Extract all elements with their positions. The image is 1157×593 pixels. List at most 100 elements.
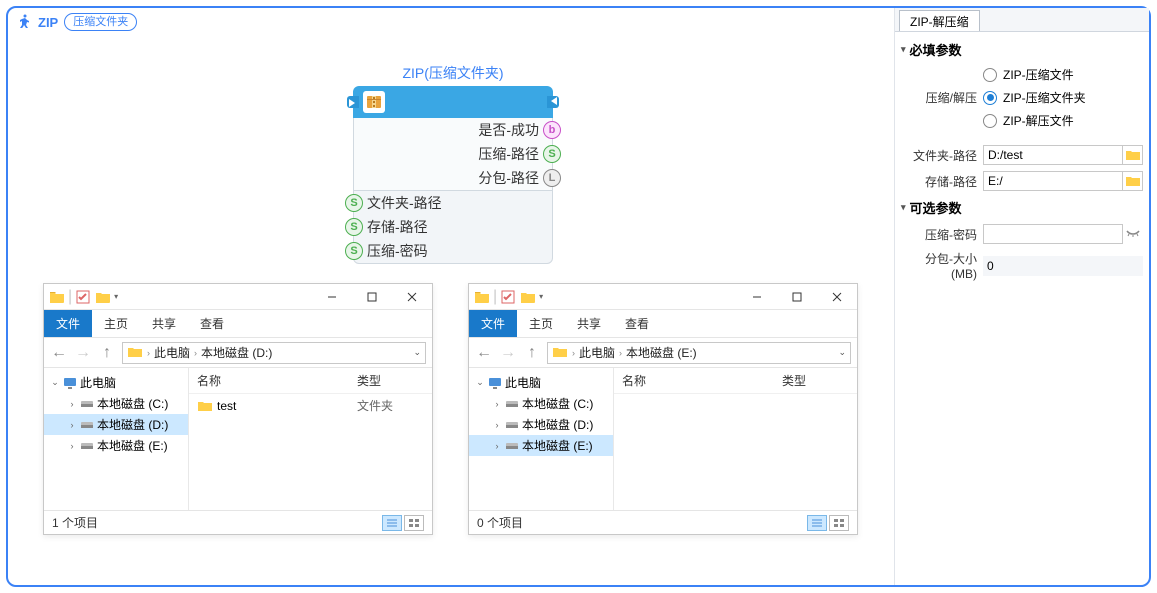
- close-button[interactable]: [392, 284, 432, 310]
- tab-zip-extract[interactable]: ZIP-解压缩: [899, 10, 980, 31]
- caret-down-icon: ▾: [901, 44, 906, 55]
- zip-node[interactable]: ZIP(压缩文件夹) 是否-成功 b 压缩-路径 S 分包-路径: [353, 63, 553, 264]
- address-bar[interactable]: › 此电脑 › 本地磁盘 (D:) ⌄: [122, 342, 426, 364]
- list-item[interactable]: test 文件夹: [189, 394, 432, 417]
- exec-in-port[interactable]: [347, 96, 359, 108]
- icons-view-icon[interactable]: [404, 515, 424, 531]
- tree-item-drive[interactable]: ›本地磁盘 (E:): [469, 435, 613, 456]
- column-type[interactable]: 类型: [782, 372, 806, 389]
- chevron-down-icon[interactable]: ⌄: [50, 377, 60, 388]
- tree-item-drive[interactable]: ›本地磁盘 (D:): [469, 414, 613, 435]
- tree-item-drive[interactable]: ›本地磁盘 (D:): [44, 414, 188, 435]
- password-input[interactable]: [983, 224, 1123, 244]
- folder-icon[interactable]: [94, 288, 112, 306]
- bool-pin-icon[interactable]: b: [543, 121, 561, 139]
- list-pin-icon[interactable]: L: [543, 169, 561, 187]
- chevron-down-icon[interactable]: ⌄: [475, 377, 485, 388]
- tree-item-drive[interactable]: ›本地磁盘 (E:): [44, 435, 188, 456]
- folder-icon[interactable]: [519, 288, 537, 306]
- breadcrumb[interactable]: 此电脑: [154, 344, 190, 361]
- minimize-button[interactable]: [312, 284, 352, 310]
- forward-button[interactable]: →: [499, 344, 517, 362]
- chevron-down-icon[interactable]: ⌄: [413, 347, 421, 358]
- tree-item-drive[interactable]: ›本地磁盘 (C:): [469, 393, 613, 414]
- browse-folder-icon[interactable]: [1123, 145, 1143, 165]
- chevron-right-icon[interactable]: ›: [492, 420, 502, 430]
- tab-file[interactable]: 文件: [44, 310, 92, 337]
- radio-button[interactable]: [983, 91, 997, 105]
- forward-button[interactable]: →: [74, 344, 92, 362]
- tab-view[interactable]: 查看: [188, 310, 236, 337]
- split-input[interactable]: 0: [983, 256, 1143, 276]
- required-header[interactable]: ▾必填参数: [901, 36, 1143, 63]
- back-button[interactable]: ←: [475, 344, 493, 362]
- mode-row: ZIP-压缩文件: [901, 63, 1143, 86]
- chevron-right-icon[interactable]: ›: [492, 399, 502, 409]
- mode-row: 压缩/解压 ZIP-压缩文件夹: [901, 86, 1143, 109]
- save-path-input[interactable]: E:/: [983, 171, 1123, 191]
- eye-hidden-icon[interactable]: [1123, 224, 1143, 244]
- minimize-button[interactable]: [737, 284, 777, 310]
- address-bar[interactable]: › 此电脑 › 本地磁盘 (E:) ⌄: [547, 342, 851, 364]
- node-header[interactable]: [353, 86, 553, 118]
- chevron-right-icon[interactable]: ›: [619, 348, 622, 358]
- radio-button[interactable]: [983, 114, 997, 128]
- tree-item-pc[interactable]: ⌄ 此电脑: [44, 372, 188, 393]
- optional-header[interactable]: ▾可选参数: [901, 194, 1143, 221]
- tab-file[interactable]: 文件: [469, 310, 517, 337]
- exec-out-port[interactable]: [547, 96, 559, 108]
- properties-icon[interactable]: [499, 288, 517, 306]
- run-icon: [16, 14, 32, 30]
- details-view-icon[interactable]: [382, 515, 402, 531]
- up-button[interactable]: ↑: [98, 344, 116, 362]
- maximize-button[interactable]: [777, 284, 817, 310]
- chevron-right-icon[interactable]: ›: [572, 348, 575, 358]
- chevron-right-icon[interactable]: ›: [194, 348, 197, 358]
- column-headers[interactable]: 名称 类型: [189, 368, 432, 394]
- tab-home[interactable]: 主页: [517, 310, 565, 337]
- string-pin-icon[interactable]: S: [345, 194, 363, 212]
- tab-share[interactable]: 共享: [565, 310, 613, 337]
- column-name[interactable]: 名称: [622, 372, 782, 389]
- back-button[interactable]: ←: [50, 344, 68, 362]
- properties-icon[interactable]: [74, 288, 92, 306]
- column-headers[interactable]: 名称 类型: [614, 368, 857, 394]
- tab-view[interactable]: 查看: [613, 310, 661, 337]
- chevron-down-icon[interactable]: ⌄: [838, 347, 846, 358]
- node-inputs: S 文件夹-路径 S 存储-路径 S 压缩-密码: [353, 190, 553, 264]
- input-folder: S 文件夹-路径: [354, 191, 552, 215]
- chevron-right-icon[interactable]: ›: [492, 441, 502, 451]
- item-type: 文件夹: [357, 397, 393, 414]
- titlebar[interactable]: | ▾: [44, 284, 432, 310]
- tab-share[interactable]: 共享: [140, 310, 188, 337]
- tree-item-drive[interactable]: ›本地磁盘 (C:): [44, 393, 188, 414]
- breadcrumb[interactable]: 此电脑: [579, 344, 615, 361]
- string-pin-icon[interactable]: S: [345, 242, 363, 260]
- breadcrumb[interactable]: 本地磁盘 (E:): [626, 344, 697, 361]
- column-name[interactable]: 名称: [197, 372, 357, 389]
- string-pin-icon[interactable]: S: [345, 218, 363, 236]
- string-pin-icon[interactable]: S: [543, 145, 561, 163]
- qat-dropdown-icon[interactable]: ▾: [114, 292, 118, 301]
- breadcrumb[interactable]: 本地磁盘 (D:): [201, 344, 272, 361]
- column-type[interactable]: 类型: [357, 372, 381, 389]
- tab-home[interactable]: 主页: [92, 310, 140, 337]
- up-button[interactable]: ↑: [523, 344, 541, 362]
- tree-item-pc[interactable]: ⌄ 此电脑: [469, 372, 613, 393]
- titlebar[interactable]: | ▾: [469, 284, 857, 310]
- chevron-right-icon[interactable]: ›: [67, 399, 77, 409]
- browse-folder-icon[interactable]: [1123, 171, 1143, 191]
- close-button[interactable]: [817, 284, 857, 310]
- file-list: 名称 类型: [614, 368, 857, 510]
- header-bar: ZIP 压缩文件夹: [16, 13, 886, 31]
- chevron-right-icon[interactable]: ›: [147, 348, 150, 358]
- maximize-button[interactable]: [352, 284, 392, 310]
- chevron-right-icon[interactable]: ›: [67, 420, 77, 430]
- icons-view-icon[interactable]: [829, 515, 849, 531]
- folder-icon: [127, 345, 143, 361]
- details-view-icon[interactable]: [807, 515, 827, 531]
- qat-dropdown-icon[interactable]: ▾: [539, 292, 543, 301]
- radio-button[interactable]: [983, 68, 997, 82]
- folder-path-input[interactable]: D:/test: [983, 145, 1123, 165]
- chevron-right-icon[interactable]: ›: [67, 441, 77, 451]
